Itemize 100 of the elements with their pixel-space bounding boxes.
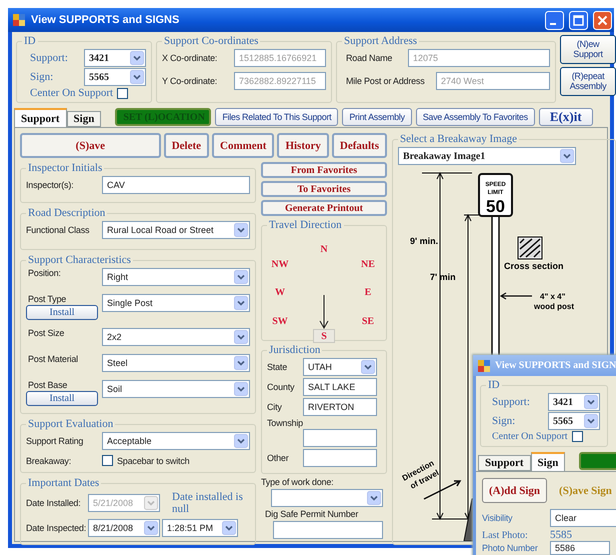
field-label: Dig Safe Permit Number bbox=[264, 509, 360, 519]
favorites-button[interactable]: Generate Printout bbox=[261, 200, 387, 216]
direction-option[interactable]: NW bbox=[269, 257, 291, 271]
favorites-button[interactable]: From Favorites bbox=[261, 162, 387, 178]
direction-option[interactable]: NE bbox=[357, 257, 379, 271]
note-text: Date installed is null bbox=[172, 491, 244, 516]
direction-option[interactable]: E bbox=[357, 285, 379, 299]
chevron-icon bbox=[144, 521, 158, 536]
field-label: Functional Class bbox=[26, 225, 90, 235]
favorites-button[interactable]: To Favorites bbox=[261, 181, 387, 197]
dropdown[interactable] bbox=[271, 489, 383, 507]
window-title: View SUPPORTS and SIGN bbox=[495, 360, 616, 371]
dropdown[interactable]: 5565 bbox=[84, 68, 146, 86]
direction-option[interactable]: N bbox=[313, 241, 335, 257]
action-button[interactable]: Delete bbox=[164, 133, 209, 158]
chevron-icon bbox=[234, 270, 248, 284]
text-field[interactable] bbox=[303, 429, 377, 447]
checkbox[interactable] bbox=[117, 88, 128, 98]
field-label: City bbox=[267, 402, 283, 412]
field-label: State bbox=[267, 362, 288, 372]
app-icon bbox=[12, 13, 26, 27]
dropdown[interactable]: Right bbox=[102, 268, 250, 286]
text-field[interactable]: RIVERTON bbox=[303, 398, 377, 416]
chevron-icon bbox=[144, 496, 158, 510]
dropdown[interactable]: Acceptable bbox=[102, 432, 250, 450]
dropdown[interactable]: Soil bbox=[102, 380, 250, 398]
field-label: Type of work done: bbox=[261, 477, 334, 487]
chevron-icon bbox=[234, 434, 248, 448]
toolbar-button[interactable]: Files Related To This Support bbox=[215, 108, 338, 126]
text-field[interactable] bbox=[303, 449, 377, 467]
close-icon[interactable] bbox=[593, 10, 612, 30]
chevron-icon bbox=[560, 149, 574, 163]
group-title: Support Characteristics bbox=[27, 254, 132, 266]
chevron-icon bbox=[361, 360, 375, 374]
field-label: Y Co-ordinate: bbox=[162, 76, 218, 86]
chevron-icon bbox=[234, 356, 248, 370]
dropdown[interactable]: 3421 bbox=[548, 393, 600, 411]
text-field[interactable]: SALT LAKE bbox=[303, 378, 377, 396]
side-button[interactable]: (R)epeat Assembly bbox=[560, 67, 616, 96]
chevron-icon bbox=[584, 414, 598, 428]
direction-option[interactable]: SW bbox=[269, 313, 291, 329]
field-label: Other bbox=[267, 453, 290, 463]
text-field[interactable]: 5586 bbox=[550, 541, 610, 555]
direction-option[interactable]: SE bbox=[357, 313, 379, 329]
group-title: Support Address bbox=[343, 35, 418, 47]
dropdown[interactable]: Breakaway Image1 bbox=[398, 147, 576, 165]
window-title: View SUPPORTS and SIGNS bbox=[31, 14, 180, 26]
dropdown[interactable]: Single Post bbox=[102, 294, 250, 312]
install-button[interactable]: Install bbox=[26, 391, 98, 406]
direction-option[interactable]: S bbox=[313, 329, 335, 343]
checkbox[interactable] bbox=[572, 431, 583, 442]
chevron-icon bbox=[234, 296, 248, 310]
field-label: Support Rating bbox=[26, 436, 84, 446]
field-label: Date Installed: bbox=[26, 498, 82, 508]
chevron-icon bbox=[234, 382, 248, 396]
text-field[interactable]: CAV bbox=[102, 176, 250, 194]
exit-button[interactable]: E(x)it bbox=[538, 108, 593, 126]
dropdown[interactable]: Steel bbox=[102, 354, 250, 372]
tab[interactable]: Sign bbox=[66, 111, 102, 127]
group-title: Important Dates bbox=[27, 477, 100, 489]
checkbox[interactable] bbox=[102, 455, 113, 466]
dropdown[interactable]: 3421 bbox=[84, 49, 146, 67]
arrow-icon bbox=[319, 295, 329, 329]
maximize-icon[interactable] bbox=[569, 10, 588, 30]
tab[interactable]: Support bbox=[14, 108, 67, 127]
field-label: Support: bbox=[29, 52, 69, 64]
dropdown[interactable]: 1:28:51 PM bbox=[162, 519, 238, 538]
action-button[interactable]: Comment bbox=[212, 133, 274, 158]
action-button[interactable]: (S)ave bbox=[20, 133, 161, 158]
action-button[interactable]: History bbox=[277, 133, 329, 158]
tab[interactable]: Sign bbox=[530, 452, 566, 471]
direction-option[interactable]: W bbox=[269, 285, 291, 299]
field-label: Support: bbox=[491, 396, 531, 408]
toolbar-button[interactable]: Save Assembly To Favorites bbox=[416, 108, 535, 126]
group-title: ID bbox=[23, 35, 37, 47]
group-title: Travel Direction bbox=[268, 219, 343, 231]
dropdown[interactable]: 2x2 bbox=[102, 328, 250, 346]
field-label: Post Base bbox=[27, 380, 68, 390]
side-button[interactable]: (N)ew Support bbox=[560, 35, 616, 64]
group-title: ID bbox=[487, 379, 501, 391]
field-label: Last Photo: bbox=[482, 530, 529, 540]
dropdown[interactable]: 5565 bbox=[548, 412, 600, 430]
field-label: Center On Support bbox=[491, 431, 568, 442]
chevron-icon bbox=[234, 223, 248, 237]
action-button[interactable]: (A)dd Sign bbox=[482, 478, 548, 503]
dropdown[interactable]: UTAH bbox=[303, 358, 377, 376]
dropdown[interactable]: 8/21/2008 bbox=[88, 519, 160, 538]
install-button[interactable]: Install bbox=[26, 305, 98, 320]
tab[interactable]: Support bbox=[478, 455, 531, 471]
toolbar-button[interactable]: Print Assembly bbox=[342, 108, 412, 126]
field-label: Date Inspected: bbox=[26, 523, 86, 534]
field-label: Photo Number bbox=[482, 543, 539, 553]
minimize-icon[interactable] bbox=[545, 10, 564, 30]
chevron-icon bbox=[130, 70, 144, 84]
dropdown[interactable]: Rural Local Road or Street bbox=[102, 221, 250, 239]
dropdown[interactable]: Clear bbox=[550, 509, 616, 527]
action-button[interactable]: Defaults bbox=[332, 133, 387, 158]
text-field[interactable] bbox=[273, 521, 383, 539]
field-label: Road Name bbox=[345, 53, 394, 63]
group-title: Support Co-ordinates bbox=[163, 35, 260, 47]
